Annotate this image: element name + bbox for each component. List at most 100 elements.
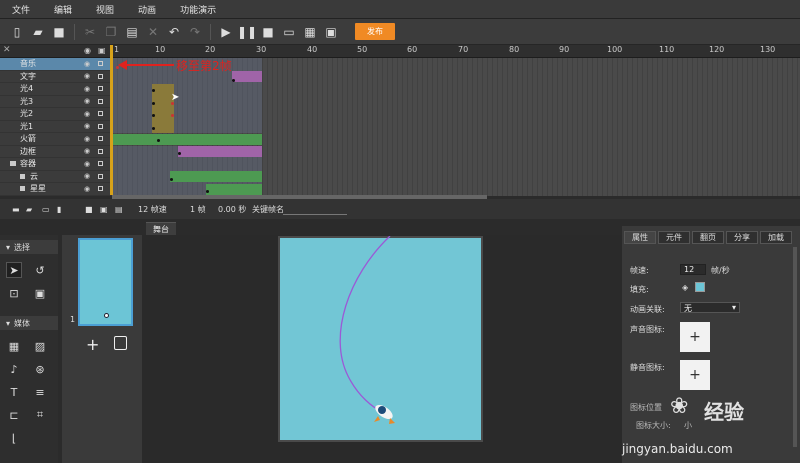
layer-row-light4[interactable]: 光4 ◉ <box>0 83 112 96</box>
visibility-icon[interactable]: ◉ <box>84 172 90 180</box>
crop-icon[interactable]: ▣ <box>32 285 48 301</box>
tool-section-select[interactable]: ▾ 选择 <box>0 240 58 254</box>
stop-icon[interactable]: ■ <box>259 23 277 41</box>
lock-icon[interactable] <box>98 123 103 129</box>
fps-input[interactable]: 12 <box>680 264 706 275</box>
page-thumbnail[interactable] <box>78 238 133 326</box>
playhead[interactable] <box>110 45 113 195</box>
tool-section-media[interactable]: ▾ 媒体 <box>0 316 58 330</box>
clear-frame-icon[interactable]: ▤ <box>115 205 123 214</box>
visibility-icon[interactable]: ◉ <box>84 135 90 143</box>
tab-pageflip[interactable]: 翻页 <box>692 231 724 244</box>
lock-icon[interactable] <box>98 111 103 117</box>
layer-row-light2[interactable]: 光2 ◉ <box>0 108 112 121</box>
layer-row-star[interactable]: 星星 ◉ <box>0 183 112 196</box>
tab-properties[interactable]: 属性 <box>624 231 656 244</box>
fill-color-swatch[interactable] <box>695 282 705 292</box>
save-icon[interactable]: ■ <box>50 23 68 41</box>
visibility-icon[interactable]: ◉ <box>84 72 90 80</box>
folder-icon[interactable] <box>10 161 16 167</box>
keyframe[interactable] <box>178 152 181 155</box>
tween-bar[interactable] <box>178 146 262 157</box>
layer-row-text[interactable]: 文字 ◉ <box>0 71 112 83</box>
frame-tool-icon[interactable]: ⊏ <box>6 407 22 423</box>
pause-icon[interactable]: ❚❚ <box>237 23 257 41</box>
sound-icon-add-button[interactable]: + <box>680 322 710 352</box>
select-arrow-icon[interactable]: ➤ <box>6 262 22 278</box>
keyframe-name-input[interactable] <box>283 214 347 215</box>
delete-icon[interactable]: ✕ <box>144 23 162 41</box>
visibility-icon[interactable]: ◉ <box>84 60 90 68</box>
lock-icon[interactable] <box>98 173 103 179</box>
close-icon[interactable]: ✕ <box>3 45 11 55</box>
lock-icon[interactable] <box>98 73 103 79</box>
paste-icon[interactable]: ▤ <box>123 23 141 41</box>
delete-layer-icon[interactable]: ▮ <box>57 205 61 214</box>
layer-row-music[interactable]: 音乐 ◉ <box>0 58 112 71</box>
tween-bar[interactable] <box>170 171 262 182</box>
visibility-icon[interactable]: ◉ <box>84 185 90 193</box>
play-icon[interactable]: ▶ <box>217 23 235 41</box>
lock-icon[interactable] <box>98 61 103 67</box>
insert-keyframe-icon[interactable]: ▣ <box>100 205 108 214</box>
keyframe[interactable] <box>152 102 155 105</box>
anim-link-select[interactable]: 无 ▾ <box>680 302 740 313</box>
new-file-icon[interactable]: ▯ <box>8 23 26 41</box>
lasso-icon[interactable]: ↺ <box>32 262 48 278</box>
video-icon[interactable]: ⊛ <box>32 361 48 377</box>
keyframe[interactable] <box>170 178 173 181</box>
visibility-icon[interactable]: ◉ <box>84 85 90 93</box>
export-icon[interactable]: ▣ <box>322 23 340 41</box>
tween-bar[interactable] <box>112 134 262 145</box>
keyframe[interactable] <box>152 114 155 117</box>
fill-bucket-icon[interactable]: ◈ <box>682 283 688 292</box>
layer-row-light1[interactable]: 光1 ◉ <box>0 121 112 133</box>
frame-grid[interactable] <box>112 58 800 196</box>
open-folder-icon[interactable]: ▰ <box>29 23 47 41</box>
mute-icon-add-button[interactable]: + <box>680 360 710 390</box>
visibility-icon[interactable]: ◉ <box>84 122 90 130</box>
tab-stage[interactable]: 舞台 <box>146 222 176 235</box>
paragraph-icon[interactable]: ≡ <box>32 384 48 400</box>
eye-icon[interactable]: ◉ <box>84 46 91 55</box>
sound-icon[interactable]: ♪ <box>6 361 22 377</box>
rocket-icon[interactable] <box>373 402 395 424</box>
code-icon[interactable]: ⌗ <box>32 407 48 423</box>
add-page-icon[interactable]: + <box>86 335 99 354</box>
layer-row-border[interactable]: 边框 ◉ <box>0 146 112 158</box>
keyframe[interactable] <box>171 114 174 117</box>
qrcode-icon[interactable]: ▦ <box>301 23 319 41</box>
menu-demo[interactable]: 功能演示 <box>168 3 228 16</box>
tab-share[interactable]: 分享 <box>726 231 758 244</box>
preview-icon[interactable]: ▭ <box>280 23 298 41</box>
layer-row-rocket[interactable]: 火箭 ◉ <box>0 133 112 146</box>
menu-animation[interactable]: 动画 <box>126 3 168 16</box>
undo-icon[interactable]: ↶ <box>165 23 183 41</box>
visibility-icon[interactable]: ◉ <box>84 110 90 118</box>
import-page-icon[interactable] <box>114 336 127 350</box>
lock-icon[interactable] <box>98 86 103 92</box>
new-layer-icon[interactable]: ▬ <box>12 205 20 214</box>
keyframe[interactable] <box>152 127 155 130</box>
menu-edit[interactable]: 编辑 <box>42 3 84 16</box>
visibility-icon[interactable]: ◉ <box>84 147 90 155</box>
lock-icon[interactable] <box>98 186 103 192</box>
grid-icon[interactable]: ▦ <box>6 338 22 354</box>
image-icon[interactable]: ▨ <box>32 338 48 354</box>
tween-bar[interactable] <box>206 184 262 195</box>
layer-row-cloud[interactable]: 云 ◉ <box>0 171 112 183</box>
visibility-icon[interactable]: ◉ <box>84 97 90 105</box>
lock-icon[interactable] <box>98 98 103 104</box>
lock-icon[interactable] <box>98 161 103 167</box>
chart-icon[interactable]: ⌊ <box>6 430 22 446</box>
redo-icon[interactable]: ↷ <box>186 23 204 41</box>
insert-frame-icon[interactable]: ■ <box>85 205 93 214</box>
keyframe[interactable] <box>232 79 235 82</box>
timeline-ruler[interactable]: ✕ ◉ ▣ 1 10 20 30 40 50 60 70 80 90 100 1… <box>0 45 800 58</box>
text-tool-icon[interactable]: T <box>6 384 22 400</box>
tab-loading[interactable]: 加载 <box>760 231 792 244</box>
menu-file[interactable]: 文件 <box>0 3 42 16</box>
tween-bar[interactable] <box>232 71 262 82</box>
layer-row-container[interactable]: 容器 ◉ <box>0 158 112 171</box>
keyframe[interactable] <box>206 190 209 193</box>
